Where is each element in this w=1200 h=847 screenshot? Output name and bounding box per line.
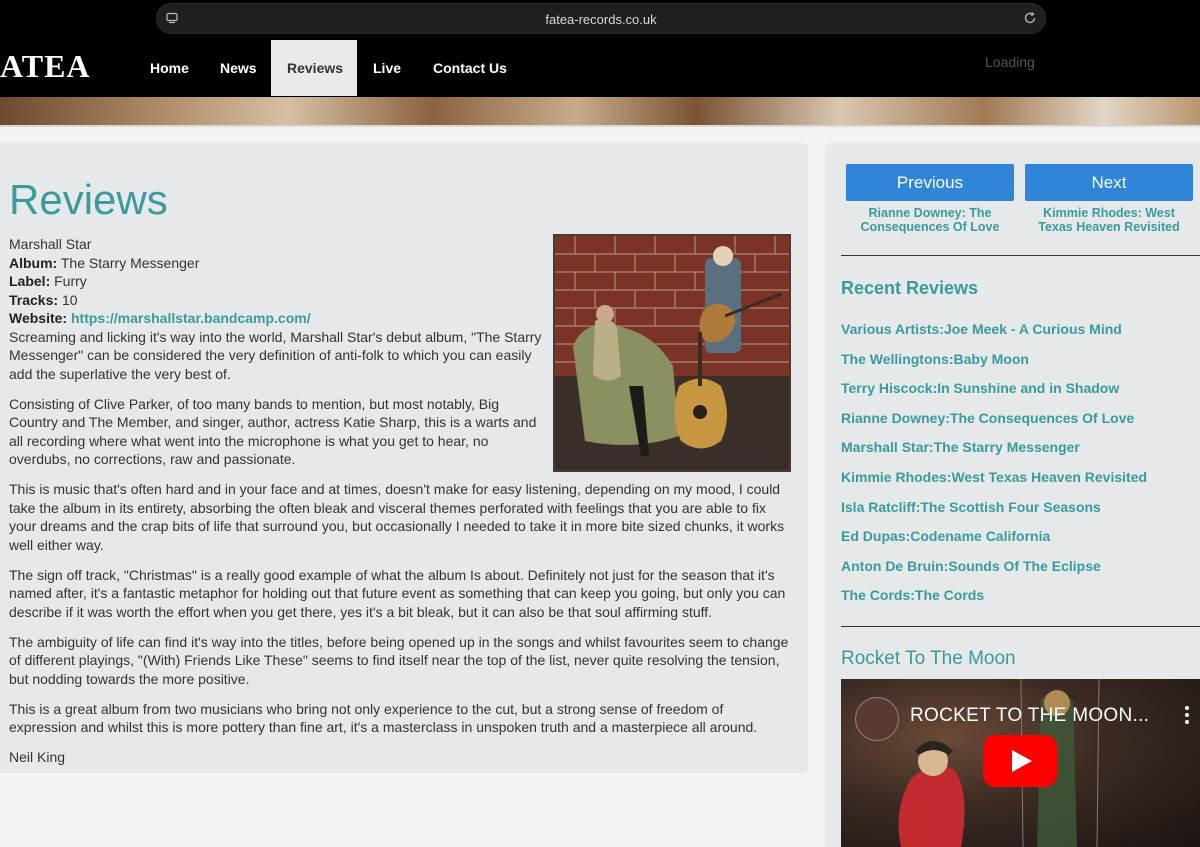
artist-name: Marshall Star (9, 236, 92, 252)
previous-button[interactable]: Previous (846, 164, 1014, 201)
sidebar-divider (841, 255, 1200, 256)
nav-news[interactable]: News (204, 40, 273, 96)
recent-reviews-list: Various Artists:Joe Meek - A Curious Min… (841, 321, 1196, 617)
tracks-value: 10 (61, 291, 78, 308)
video-title[interactable]: ROCKET TO THE MOON... (910, 705, 1149, 727)
previous-review-link[interactable]: Rianne Downey: The Consequences Of Love (846, 206, 1014, 234)
tracks-line: Tracks: 10 (9, 291, 791, 310)
next-button[interactable]: Next (1025, 164, 1193, 201)
nav-home[interactable]: Home (134, 40, 205, 96)
video-embed[interactable]: ROCKET TO THE MOON... (841, 679, 1200, 847)
recent-review-link[interactable]: Isla Ratcliff:The Scottish Four Seasons (841, 499, 1196, 529)
nav-live[interactable]: Live (357, 40, 417, 96)
site-logo[interactable]: ATEA (0, 48, 91, 85)
review-paragraph: The sign off track, "Christmas" is a rea… (9, 566, 786, 620)
recent-review-link[interactable]: The Wellingtons:Baby Moon (841, 351, 1196, 381)
header-banner (0, 97, 1200, 125)
next-review-link[interactable]: Kimmie Rhodes: West Texas Heaven Revisit… (1025, 206, 1193, 234)
review-paragraph: This is music that's often hard and in y… (9, 481, 785, 553)
address-bar[interactable]: fatea-records.co.uk (156, 3, 1046, 34)
website-link[interactable]: https://marshallstar.bandcamp.com/ (71, 310, 311, 326)
review-author: Neil King (9, 749, 66, 765)
album-label: Album: (9, 254, 58, 271)
website-label: Website: (9, 310, 68, 326)
review-paragraph: Screaming and licking it's way into the … (9, 328, 542, 382)
review-panel: Reviews Marshall Star Album: The Starry … (0, 143, 808, 773)
label-line: Label: Furry (9, 272, 791, 291)
video-heading: Rocket To The Moon (841, 648, 1016, 669)
album-line: Album: The Starry Messenger (9, 254, 791, 273)
recent-review-link[interactable]: The Cords:The Cords (841, 587, 1196, 617)
album-value: The Starry Messenger (60, 254, 200, 271)
review-body: Marshall Star Album: The Starry Messenge… (9, 235, 791, 767)
channel-avatar[interactable] (855, 697, 899, 741)
sidebar: Previous Rianne Downey: The Consequences… (825, 143, 1200, 847)
recent-review-link[interactable]: Kimmie Rhodes:West Texas Heaven Revisite… (841, 469, 1196, 499)
review-paragraph: This is a great album from two musicians… (9, 700, 758, 736)
browser-toolbar: fatea-records.co.uk (0, 0, 1200, 40)
recent-review-link[interactable]: Anton De Bruin:Sounds Of The Eclipse (841, 558, 1196, 588)
site-navigation: ATEA Home News Reviews Live Contact Us L… (0, 40, 1200, 97)
play-button-icon[interactable] (983, 735, 1057, 787)
recent-reviews-heading: Recent Reviews (841, 278, 979, 298)
label-label: Label: (9, 273, 51, 289)
review-paragraph: The ambiguity of life can find it's way … (9, 633, 789, 687)
website-line: Website: https://marshallstar.bandcamp.c… (9, 309, 791, 328)
recent-review-link[interactable]: Rianne Downey:The Consequences Of Love (841, 410, 1196, 440)
recent-review-link[interactable]: Ed Dupas:Codename California (841, 528, 1196, 558)
label-value: Furry (54, 273, 87, 289)
url-text: fatea-records.co.uk (545, 12, 657, 27)
tracks-label: Tracks: (9, 291, 59, 308)
nav-contact-us[interactable]: Contact Us (417, 40, 523, 96)
nav-reviews[interactable]: Reviews (271, 40, 357, 96)
more-options-icon[interactable] (1184, 705, 1190, 725)
review-paragraph: Consisting of Clive Parker, of too many … (9, 395, 537, 468)
recent-review-link[interactable]: Terry Hiscock:In Sunshine and in Shadow (841, 380, 1196, 410)
sidebar-divider (841, 626, 1200, 627)
loading-indicator: Loading (985, 54, 1035, 70)
page-title: Reviews (9, 176, 168, 223)
reload-icon[interactable] (1023, 11, 1037, 25)
recent-review-link[interactable]: Marshall Star:The Starry Messenger (841, 439, 1196, 469)
banner-divider (0, 125, 1200, 127)
recent-review-link[interactable]: Various Artists:Joe Meek - A Curious Min… (841, 321, 1196, 351)
